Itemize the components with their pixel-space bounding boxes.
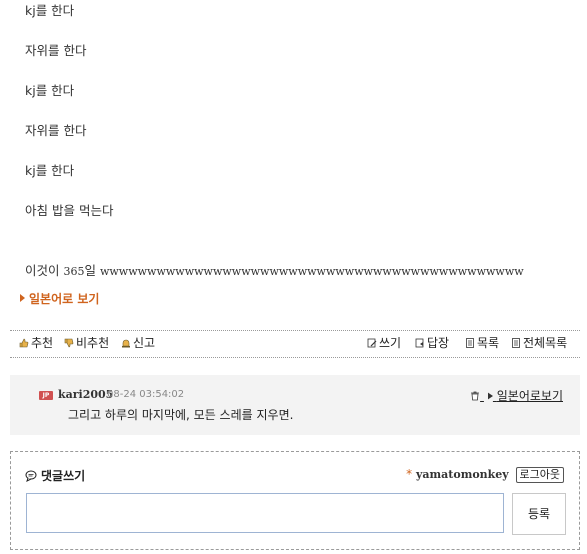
- not-recommend-label: 비추천: [76, 336, 110, 350]
- thumbs-down-icon: [64, 338, 74, 348]
- document-icon: [466, 338, 474, 348]
- post-line-last: 이것이 365일 wwwwwwwwwwwwwwwwwwwwwwwwwwwwwww…: [25, 260, 524, 279]
- comment-input[interactable]: [26, 493, 504, 533]
- triangle-right-icon: [487, 392, 493, 400]
- trash-icon[interactable]: [470, 391, 480, 401]
- reply-button[interactable]: 답장: [415, 334, 449, 351]
- list-label: 목록: [477, 336, 500, 350]
- post-line-5: kj를 한다: [25, 163, 75, 178]
- reply-form-title-label: 댓글쓰기: [41, 469, 86, 483]
- report-button[interactable]: 신고: [121, 334, 155, 351]
- thumbs-up-icon: [19, 338, 29, 348]
- list-button[interactable]: 목록: [465, 334, 499, 351]
- report-label: 신고: [133, 336, 156, 350]
- post-line-2: 자위를 한다: [25, 43, 87, 58]
- comment-author: kari2005: [58, 388, 114, 401]
- logout-button[interactable]: 로그아웃: [515, 467, 564, 483]
- recommend-button[interactable]: 추천: [19, 334, 53, 351]
- post-toolbar: 추천 비추천 신고 쓰기 답장 목록 전체목록: [10, 334, 580, 354]
- comment-actions: 일본어로보기: [470, 387, 563, 404]
- all-list-button[interactable]: 전체목록: [511, 334, 567, 351]
- siren-icon: [122, 339, 130, 348]
- submit-button[interactable]: 등록: [512, 493, 566, 535]
- pencil-icon: [367, 338, 377, 348]
- username: yamatomonkey: [415, 468, 509, 481]
- all-list-label: 전체목록: [523, 336, 568, 350]
- post-line-6: 아침 밥을 먹는다: [25, 203, 114, 218]
- current-user: * yamatomonkey 로그아웃: [406, 467, 564, 483]
- speech-bubble-icon: [25, 470, 37, 482]
- post-line-last-prefix: 이것이: [25, 263, 64, 278]
- view-in-japanese-label: 일본어로 보기: [29, 292, 100, 306]
- comment-date: 08-24 03:54:02: [107, 389, 185, 400]
- post-line-3: kj를 한다: [25, 83, 75, 98]
- post-line-last-suffix: 일: [84, 263, 100, 278]
- triangle-right-icon: [20, 294, 25, 302]
- write-button[interactable]: 쓰기: [367, 334, 401, 351]
- recommend-label: 추천: [31, 336, 54, 350]
- comment-view-japanese-link[interactable]: 일본어로보기: [497, 389, 563, 403]
- post-line-last-num: 365: [63, 265, 85, 278]
- jp-badge: JP: [39, 391, 53, 400]
- post-line-1: kj를 한다: [25, 3, 75, 18]
- reply-icon: [415, 338, 424, 348]
- post-line-last-w: wwwwwwwwwwwwwwwwwwwwwwwwwwwwwwwwwwwwwwww…: [99, 265, 524, 278]
- divider-bottom: [10, 357, 580, 358]
- post-line-4: 자위를 한다: [25, 123, 87, 138]
- required-star: *: [406, 467, 413, 481]
- reply-form-title: 댓글쓰기: [25, 467, 85, 484]
- reply-label: 답장: [427, 336, 450, 350]
- document-list-icon: [512, 338, 520, 348]
- comment-text: 그리고 하루의 마지막에, 모든 스레를 지우면.: [68, 408, 294, 422]
- divider-top: [10, 330, 580, 331]
- reply-form: 댓글쓰기 * yamatomonkey 로그아웃 등록: [10, 451, 580, 550]
- not-recommend-button[interactable]: 비추천: [64, 334, 109, 351]
- write-label: 쓰기: [379, 336, 402, 350]
- comment-item: JP kari2005 08-24 03:54:02 그리고 하루의 마지막에,…: [10, 375, 580, 435]
- view-in-japanese-link[interactable]: 일본어로 보기: [20, 290, 99, 307]
